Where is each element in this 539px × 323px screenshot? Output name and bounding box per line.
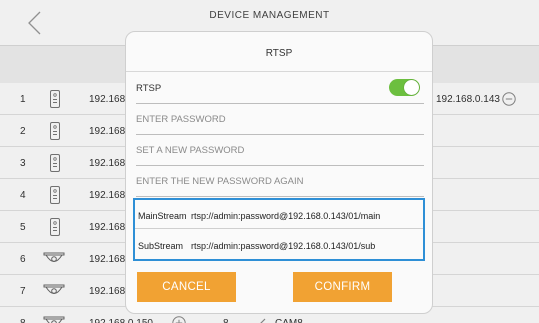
confirm-new-password-field[interactable]: ENTER THE NEW PASSWORD AGAIN	[136, 166, 424, 197]
sub-stream-row[interactable]: SubStream rtsp://admin:password@192.168.…	[135, 230, 423, 259]
new-password-field[interactable]: SET A NEW PASSWORD	[136, 135, 424, 166]
enter-password-placeholder: ENTER PASSWORD	[136, 114, 226, 125]
main-stream-row[interactable]: MainStream rtsp://admin:password@192.168…	[135, 200, 423, 229]
stream-urls-box: MainStream rtsp://admin:password@192.168…	[133, 198, 425, 261]
confirm-new-password-placeholder: ENTER THE NEW PASSWORD AGAIN	[136, 176, 304, 187]
sub-stream-url: rtsp://admin:password@192.168.0.143/01/s…	[191, 241, 376, 251]
rtsp-dialog: RTSP RTSP ENTER PASSWORD SET A NEW PASSW…	[125, 31, 433, 314]
cancel-button[interactable]: CANCEL	[137, 272, 236, 302]
rtsp-toggle[interactable]	[389, 79, 420, 96]
rtsp-label: RTSP	[136, 83, 162, 94]
rtsp-toggle-row: RTSP	[136, 73, 424, 104]
dialog-divider	[126, 71, 432, 72]
dialog-title: RTSP	[265, 48, 293, 59]
new-password-placeholder: SET A NEW PASSWORD	[136, 145, 245, 156]
toggle-knob	[404, 80, 419, 95]
main-stream-label: MainStream	[138, 211, 187, 221]
enter-password-field[interactable]: ENTER PASSWORD	[136, 104, 424, 135]
confirm-button[interactable]: CONFIRM	[293, 272, 392, 302]
sub-stream-label: SubStream	[138, 241, 184, 251]
main-stream-url: rtsp://admin:password@192.168.0.143/01/m…	[191, 211, 381, 221]
